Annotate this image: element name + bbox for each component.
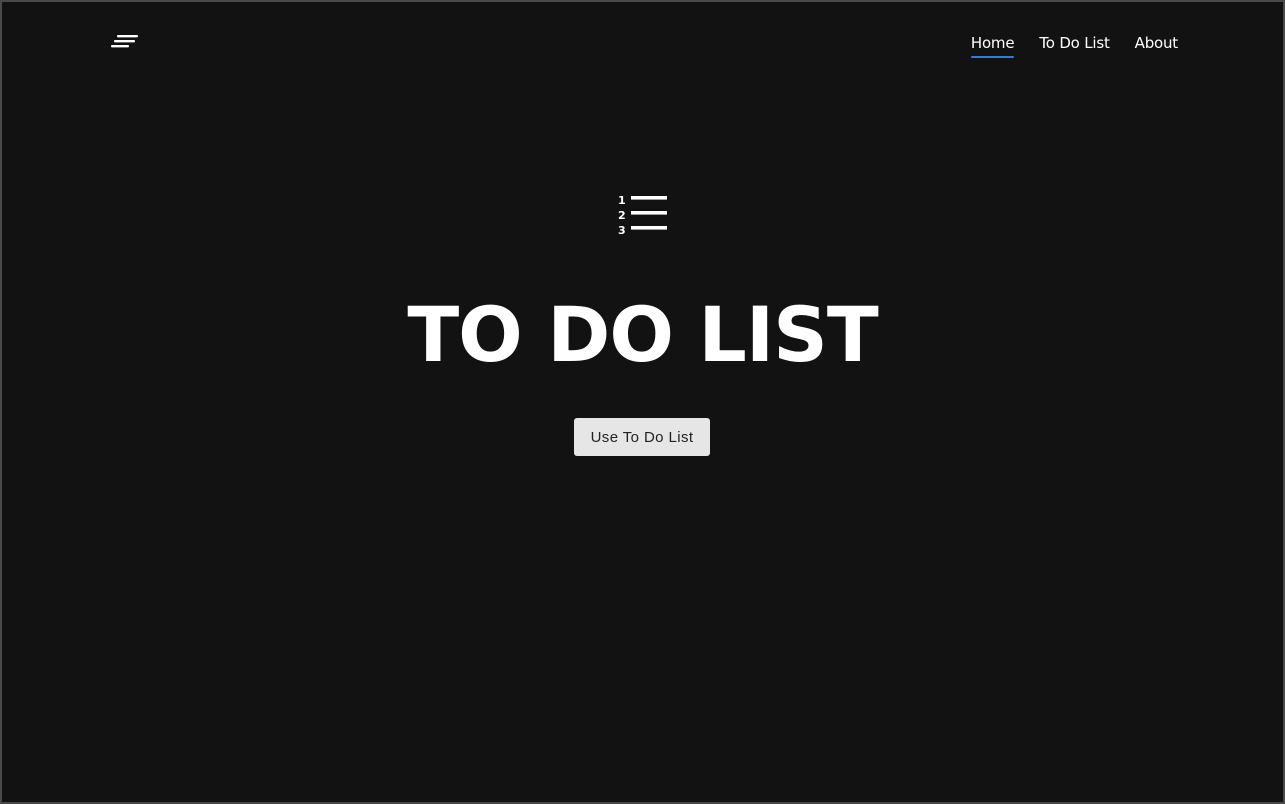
use-to-do-list-button[interactable]: Use To Do List (574, 418, 710, 456)
page: Home To Do List About 1 2 3 TO DO LIST U… (2, 2, 1283, 802)
nav-link-home[interactable]: Home (970, 34, 1015, 58)
nav-link-to-do-list[interactable]: To Do List (1039, 34, 1109, 58)
numbered-list-icon: 1 2 3 (616, 192, 668, 237)
page-title: TO DO LIST (407, 290, 878, 379)
nav-link-about[interactable]: About (1135, 34, 1179, 58)
list-digit-1: 1 (618, 194, 626, 207)
hamburger-menu-icon[interactable] (109, 30, 139, 50)
list-digit-3: 3 (618, 224, 626, 236)
main-nav: Home To Do List About (970, 34, 1179, 58)
list-digit-2: 2 (618, 209, 626, 222)
